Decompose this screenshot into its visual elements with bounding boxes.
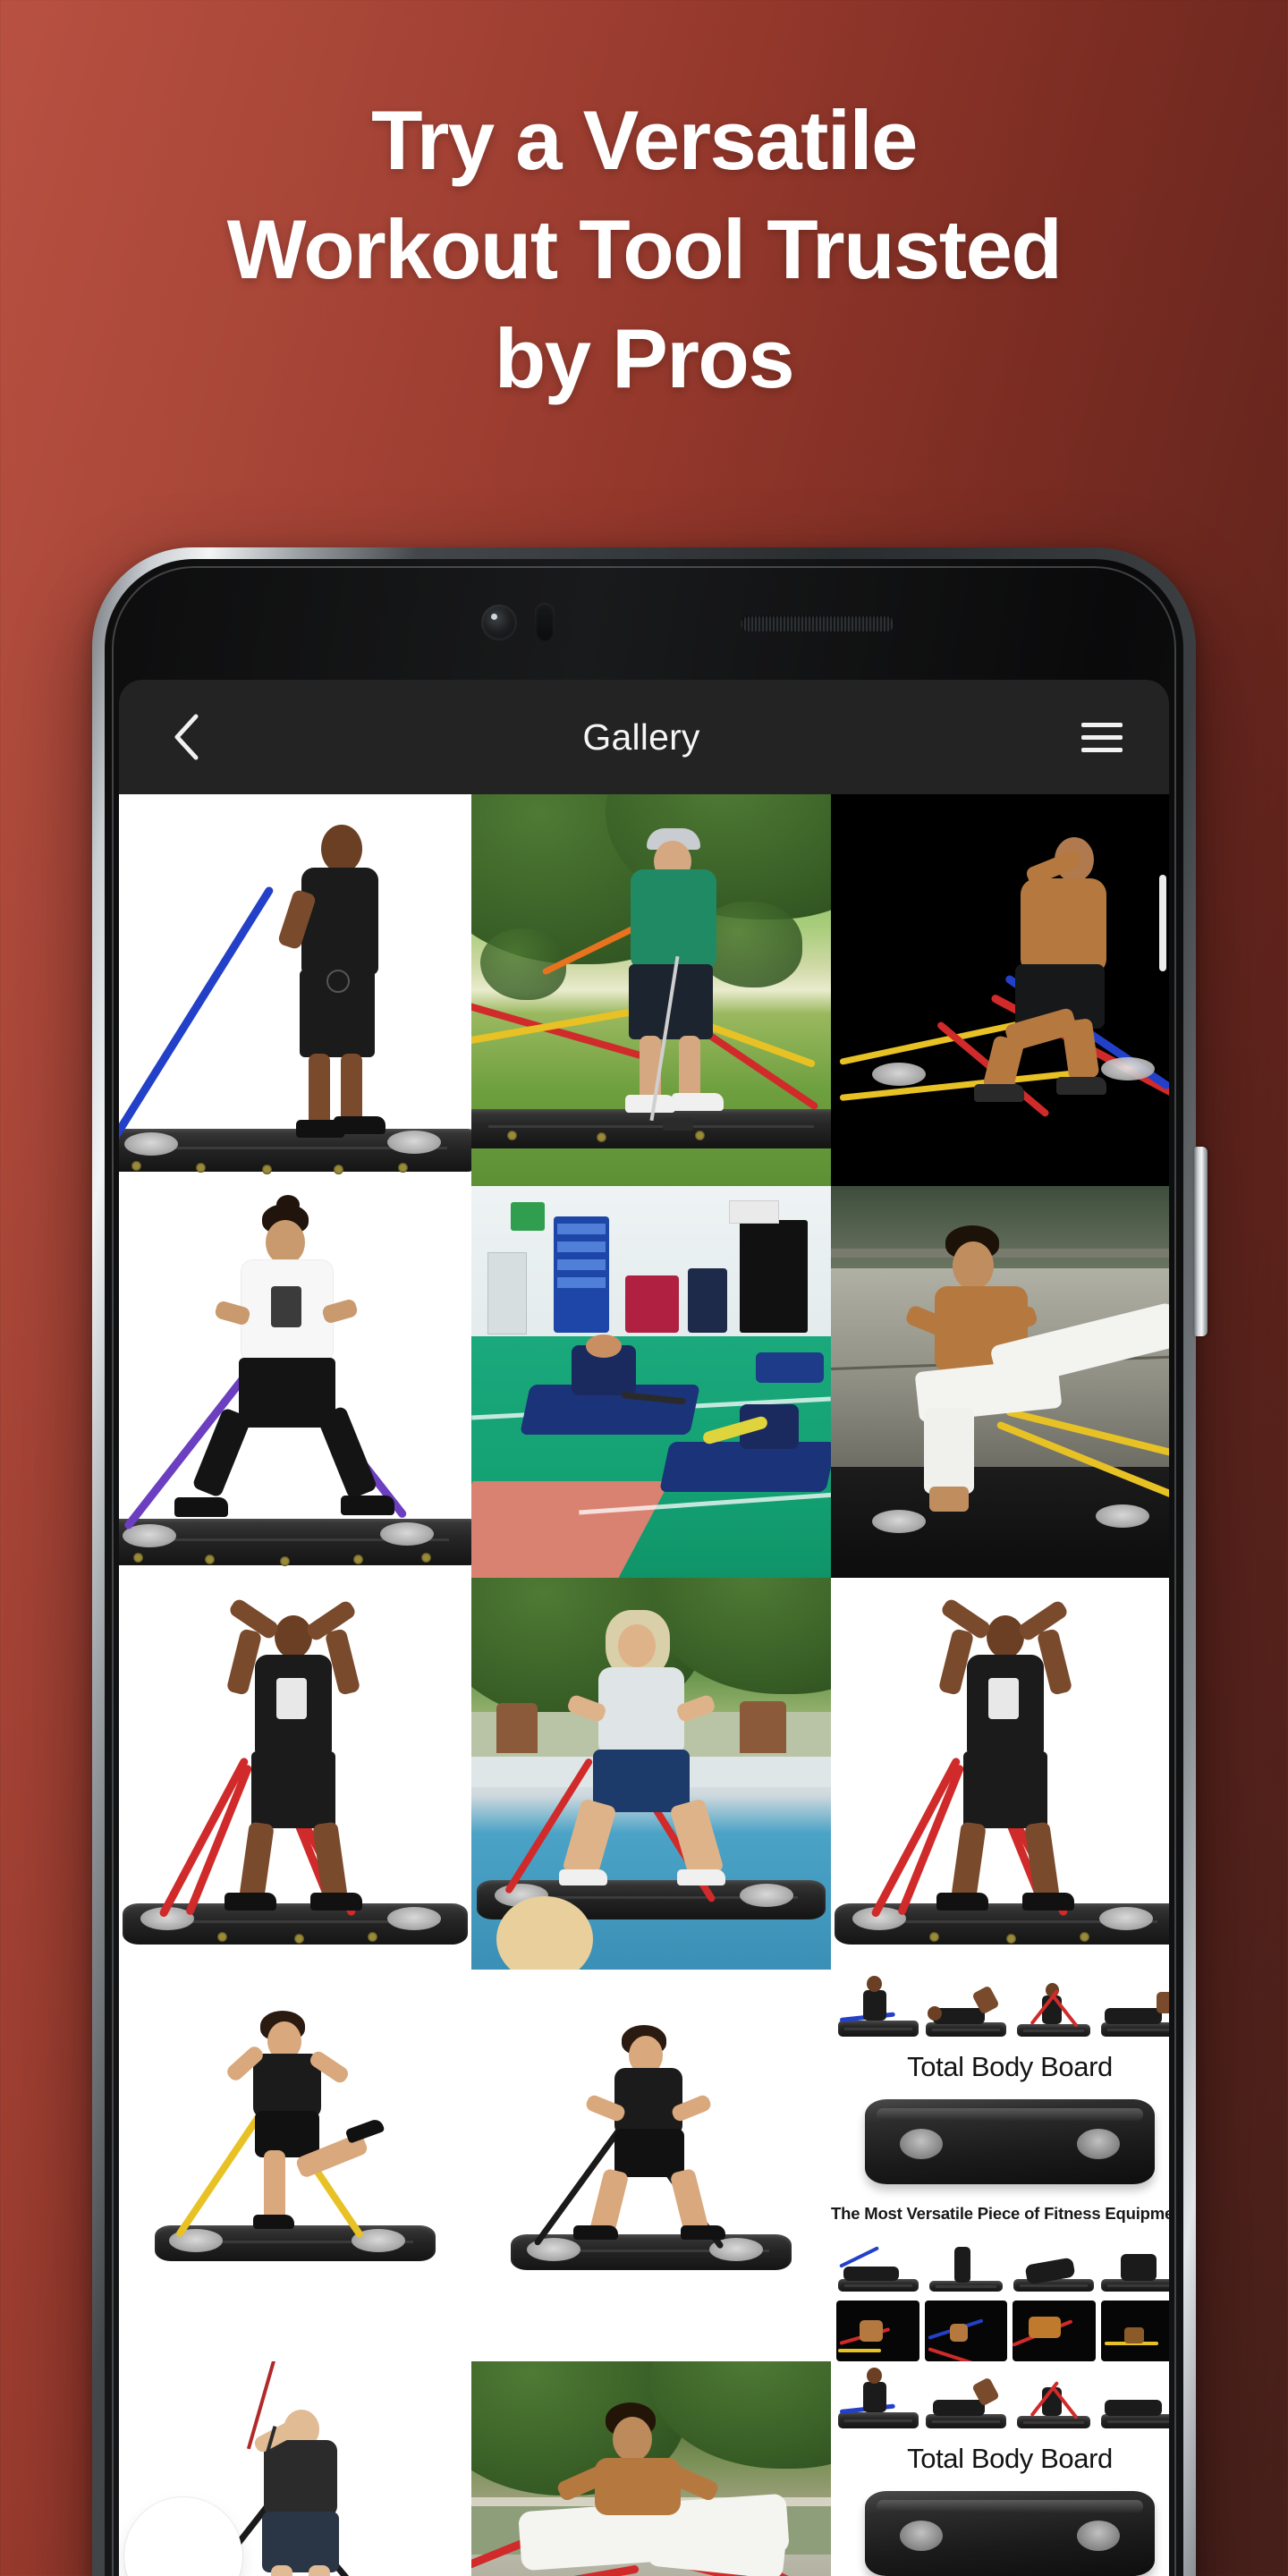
gallery-item[interactable] (119, 794, 471, 1186)
gallery-item[interactable] (831, 1578, 1169, 1970)
gallery-image-g12: Total Body Board The Most Versatile Piec… (831, 1970, 1169, 2361)
volume-button[interactable] (1194, 1147, 1208, 1336)
hamburger-bar-1 (1081, 722, 1123, 727)
poster-thumb (1099, 1971, 1169, 2042)
gallery-item[interactable] (831, 1186, 1169, 1578)
gallery-item[interactable] (119, 1186, 471, 1578)
poster-thumb (1099, 2363, 1169, 2434)
hamburger-bar-3 (1081, 747, 1123, 752)
gallery-image-g4 (119, 1186, 471, 1578)
gallery-image-g7 (119, 1578, 471, 1970)
poster-thumb (836, 1971, 920, 2042)
poster-thumb (924, 1971, 1008, 2042)
gallery-image-g10 (119, 1970, 471, 2361)
gallery-image-g5 (471, 1186, 831, 1578)
scrollbar-thumb[interactable] (1159, 875, 1166, 971)
gallery-item[interactable] (471, 794, 831, 1186)
gallery-image-g2 (471, 794, 831, 1186)
gallery-item[interactable] (471, 1578, 831, 1970)
gallery-grid: Total Body Board The Most Versatile Piec… (119, 794, 1169, 2576)
gallery-image-g6 (831, 1186, 1169, 1578)
poster-thumb (1013, 2301, 1096, 2361)
poster-thumb (836, 2231, 920, 2295)
vertical-scrollbar[interactable] (1159, 796, 1167, 2576)
page-title: Try a Versatile Workout Tool Trusted by … (116, 86, 1172, 414)
gallery-image-g3 (831, 794, 1169, 1186)
phone-screen: Gallery Total Body Board The Most Versat… (119, 680, 1169, 2576)
gallery-image-g9 (831, 1578, 1169, 1970)
poster-thumb (1100, 2301, 1169, 2361)
poster-thumb (924, 2363, 1008, 2434)
gallery-image-g1 (119, 794, 471, 1186)
poster-subtitle: The Most Versatile Piece of Fitness Equi… (831, 2203, 1169, 2223)
gallery-image-g8 (471, 1578, 831, 1970)
poster-thumb (1012, 2231, 1096, 2295)
gallery-item[interactable]: Total Body Board The Most Versatile Piec… (831, 2361, 1169, 2576)
headline-line-3: by Pros (494, 311, 795, 406)
page-title-gallery: Gallery (582, 716, 700, 758)
poster-thumb (1012, 2363, 1096, 2434)
proximity-sensor-icon (535, 603, 555, 642)
phone-mockup: Gallery Total Body Board The Most Versat… (92, 547, 1208, 2576)
gallery-item[interactable]: Total Body Board The Most Versatile Piec… (831, 1970, 1169, 2361)
hamburger-bar-2 (1081, 734, 1123, 740)
poster-title: Total Body Board (907, 2443, 1113, 2475)
chevron-left-icon (174, 714, 199, 760)
earpiece-speaker-icon (741, 615, 894, 631)
gallery-item[interactable] (831, 794, 1169, 1186)
gallery-item[interactable] (471, 1186, 831, 1578)
gallery-item[interactable] (119, 1970, 471, 2361)
poster-thumb (836, 2301, 919, 2361)
gallery-image-g15: Total Body Board The Most Versatile Piec… (831, 2361, 1169, 2576)
headline-line-2: Workout Tool Trusted (226, 202, 1063, 297)
poster-thumb (1099, 2231, 1169, 2295)
poster-thumb (836, 2363, 920, 2434)
gallery-item[interactable] (119, 1578, 471, 1970)
back-button[interactable] (155, 706, 217, 768)
gallery-item[interactable] (471, 1970, 831, 2361)
poster-thumb (924, 2231, 1008, 2295)
front-camera-lens-icon (481, 605, 517, 640)
poster-title: Total Body Board (907, 2051, 1113, 2083)
app-navbar: Gallery (119, 680, 1169, 794)
menu-button[interactable] (1071, 706, 1133, 768)
phone-top-bezel (119, 572, 1169, 680)
gallery-image-g11 (471, 1970, 831, 2361)
headline-line-1: Try a Versatile (371, 93, 918, 187)
gallery-image-g14 (471, 2361, 831, 2576)
poster-thumb (924, 2301, 1007, 2361)
poster-thumb (1012, 1971, 1096, 2042)
gallery-item[interactable] (471, 2361, 831, 2576)
